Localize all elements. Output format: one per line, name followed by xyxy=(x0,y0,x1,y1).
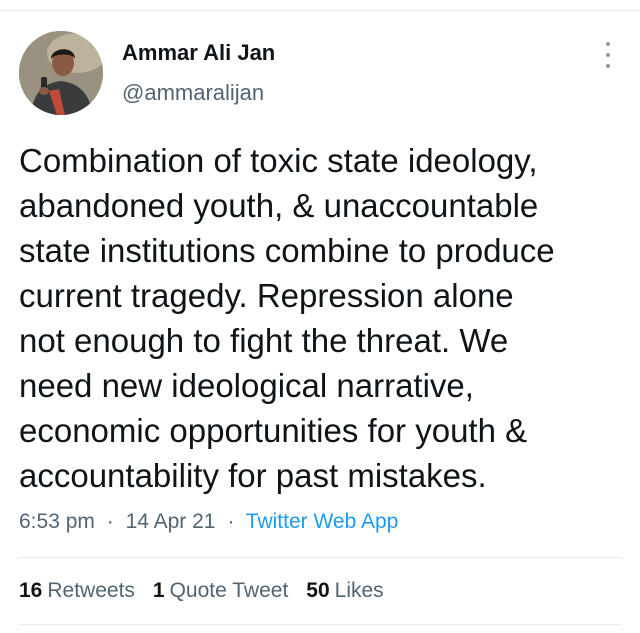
divider xyxy=(19,557,621,558)
engagement-stats: 16 Retweets 1 Quote Tweet 50 Likes xyxy=(19,577,402,605)
user-handle[interactable]: @ammaralijan xyxy=(122,80,264,106)
likes-stat[interactable]: 50 Likes xyxy=(306,577,383,605)
top-divider xyxy=(0,10,640,11)
more-vertical-icon[interactable] xyxy=(596,42,620,68)
quote-tweets-stat[interactable]: 1 Quote Tweet xyxy=(153,577,288,605)
tweet-date[interactable]: 14 Apr 21 xyxy=(126,510,216,533)
more-dot xyxy=(606,42,610,46)
quote-tweets-label: Quote Tweet xyxy=(169,579,289,602)
more-dot xyxy=(606,53,610,57)
retweets-label: Retweets xyxy=(47,579,135,602)
meta-separator: · xyxy=(227,510,235,533)
tweet-text: Combination of toxic state ideology, aba… xyxy=(19,142,555,494)
tweet-detail: Ammar Ali Jan @ammaralijan Combination o… xyxy=(0,0,640,633)
avatar[interactable] xyxy=(19,31,103,115)
tweet-meta: 6:53 pm · 14 Apr 21 · Twitter Web App xyxy=(19,508,398,536)
display-name[interactable]: Ammar Ali Jan xyxy=(122,40,275,66)
likes-label: Likes xyxy=(334,579,384,602)
retweets-count: 16 xyxy=(19,579,43,602)
quote-tweets-count: 1 xyxy=(152,579,165,602)
avatar-photo xyxy=(19,31,103,115)
tweet-source-link[interactable]: Twitter Web App xyxy=(246,510,399,533)
divider xyxy=(19,624,621,625)
tweet-time[interactable]: 6:53 pm xyxy=(19,510,95,533)
retweets-stat[interactable]: 16 Retweets xyxy=(19,577,135,605)
likes-count: 50 xyxy=(306,579,330,602)
more-dot xyxy=(606,64,610,68)
meta-separator: · xyxy=(106,510,114,533)
